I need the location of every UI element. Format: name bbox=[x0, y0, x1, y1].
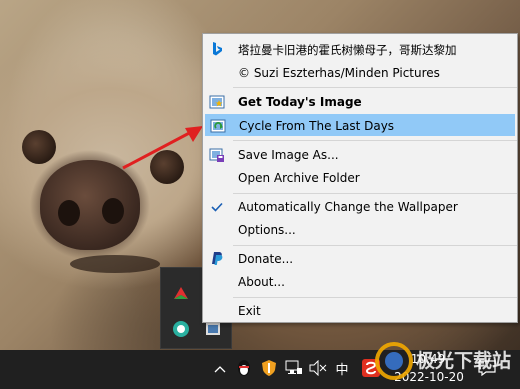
save-image-icon bbox=[209, 148, 224, 162]
menu-item-get-todays-image[interactable]: Get Today's Image bbox=[205, 91, 515, 113]
qq-penguin-icon[interactable] bbox=[234, 358, 254, 378]
menu-item-open-archive-folder[interactable]: Open Archive Folder bbox=[205, 167, 515, 189]
watermark-text: 极光下载站 bbox=[416, 349, 511, 372]
cycle-refresh-icon bbox=[210, 119, 226, 133]
menu-separator bbox=[233, 245, 517, 246]
menu-item-about[interactable]: About... bbox=[205, 271, 515, 293]
app-tray-icon[interactable] bbox=[170, 282, 192, 304]
menu-separator bbox=[233, 140, 517, 141]
ime-icon[interactable]: 中 bbox=[331, 358, 353, 378]
bing-wallpaper-context-menu: 塔拉曼卡旧港的霍氏树懒母子，哥斯达黎加 © Suzi Eszterhas/Min… bbox=[202, 33, 518, 323]
paypal-icon bbox=[212, 252, 223, 265]
menu-item-auto-change-wallpaper[interactable]: Automatically Change the Wallpaper bbox=[205, 196, 515, 218]
menu-separator bbox=[233, 193, 517, 194]
network-icon[interactable] bbox=[284, 358, 304, 378]
sloth-eye-left bbox=[22, 130, 56, 164]
menu-image-title[interactable]: 塔拉曼卡旧港的霍氏树懒母子，哥斯达黎加 bbox=[205, 38, 515, 60]
bing-logo-icon bbox=[213, 42, 222, 56]
chevron-up-icon[interactable] bbox=[210, 359, 230, 379]
image-title-label: 塔拉曼卡旧港的霍氏树懒母子，哥斯达黎加 bbox=[238, 43, 457, 57]
menu-separator bbox=[233, 297, 517, 298]
menu-item-exit[interactable]: Exit bbox=[205, 300, 515, 322]
annotation-arrow bbox=[122, 126, 203, 170]
menu-image-copyright[interactable]: © Suzi Eszterhas/Minden Pictures bbox=[205, 62, 515, 84]
bing-image-star-icon bbox=[209, 95, 225, 109]
menu-item-donate[interactable]: Donate... bbox=[205, 248, 515, 270]
menu-separator bbox=[233, 87, 517, 88]
sloth-mouth bbox=[70, 255, 160, 273]
menu-item-cycle-from-last-days[interactable]: Cycle From The Last Days bbox=[205, 114, 515, 136]
shield-icon[interactable] bbox=[259, 358, 279, 378]
sync-tray-icon[interactable] bbox=[170, 318, 192, 340]
speaker-mute-icon[interactable] bbox=[308, 358, 328, 378]
watermark-logo: 极光下载站 bbox=[375, 342, 511, 380]
checkmark-icon bbox=[211, 202, 223, 212]
menu-item-options[interactable]: Options... bbox=[205, 219, 515, 241]
menu-item-save-image-as[interactable]: Save Image As... bbox=[205, 144, 515, 166]
copyright-label: © Suzi Eszterhas/Minden Pictures bbox=[238, 66, 440, 80]
